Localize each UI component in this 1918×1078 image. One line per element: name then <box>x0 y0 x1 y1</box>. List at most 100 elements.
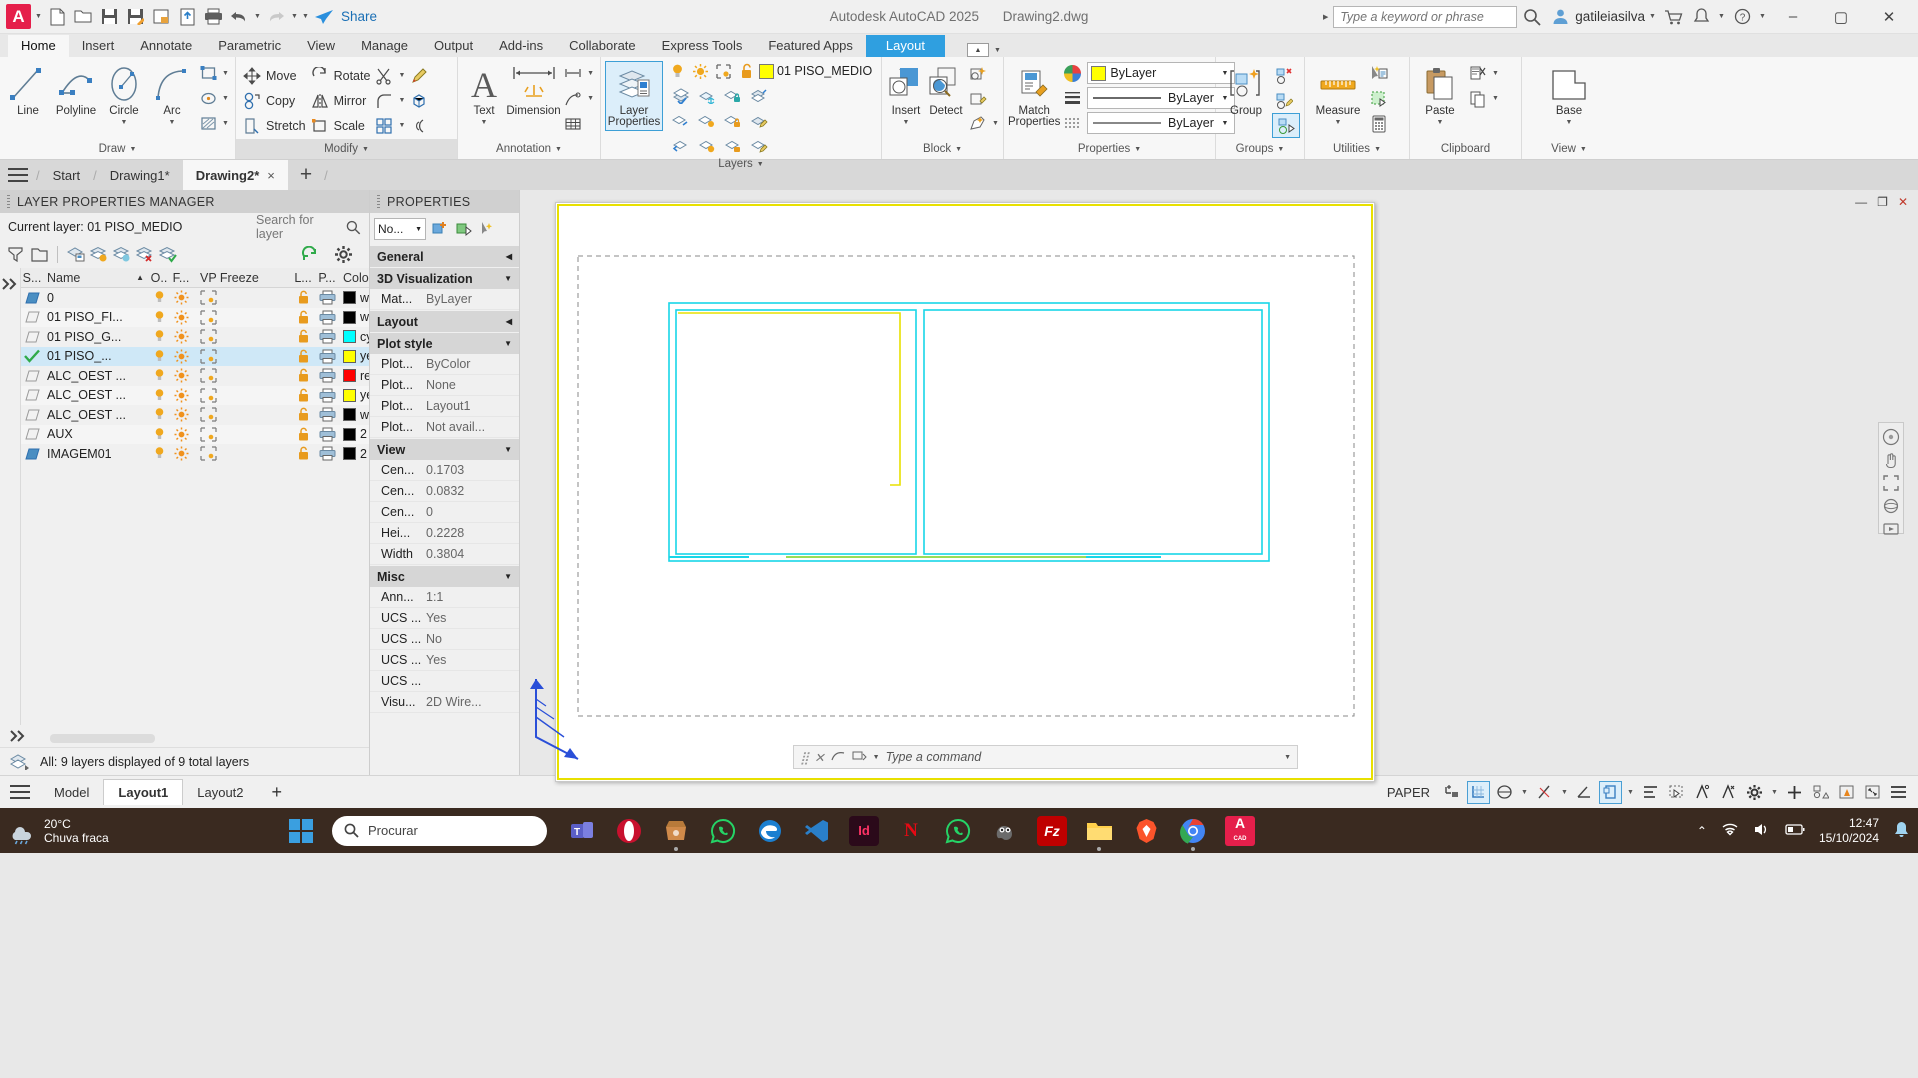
layer-plot-cell[interactable] <box>314 290 340 305</box>
property-row[interactable]: Plot... Layout1 <box>370 396 519 417</box>
layer-lock-cell[interactable] <box>292 349 314 364</box>
col-color[interactable]: Colo <box>340 271 369 285</box>
expand-filters-icon[interactable] <box>0 274 20 294</box>
layer-freeze-cell[interactable] <box>170 407 192 422</box>
layer-color-cell[interactable]: 2 <box>340 427 369 441</box>
export-icon[interactable] <box>174 4 200 30</box>
undo-icon[interactable] <box>226 4 252 30</box>
command-input[interactable]: Type a command <box>886 750 982 764</box>
orbit-icon[interactable] <box>1881 497 1901 515</box>
object-type-chevron-icon[interactable]: ▼ <box>415 226 422 233</box>
layer-row[interactable]: 01 PISO_FI... w <box>21 307 369 327</box>
layer-off-icon[interactable] <box>693 133 719 158</box>
layer-plot-cell[interactable] <box>314 407 340 422</box>
layer-color-cell[interactable]: w <box>340 291 369 305</box>
ellipse-chevron-icon[interactable]: ▼ <box>222 95 229 102</box>
utilities-panel-title[interactable]: Utilities ▼ <box>1305 139 1409 159</box>
property-section-header[interactable]: Plot style ▼ <box>370 333 519 354</box>
layer-color-cell[interactable]: 2 <box>340 447 369 461</box>
layer-previous-icon[interactable] <box>667 133 693 158</box>
brave-icon[interactable] <box>1131 816 1161 846</box>
layer-row[interactable]: 01 PISO_... ye <box>21 346 369 366</box>
ribbon-tab-manage[interactable]: Manage <box>348 35 421 57</box>
layer-search[interactable]: Search for layer <box>256 213 361 241</box>
drawing-close-button[interactable]: ✕ <box>1898 195 1908 209</box>
layer-freeze-cell[interactable] <box>170 310 192 325</box>
layer-vpfreeze-cell[interactable] <box>192 407 292 422</box>
ribbon-display-options[interactable]: ▲ ▼ <box>966 43 1003 57</box>
layer-match-icon[interactable] <box>745 133 771 158</box>
properties-palette-grip[interactable] <box>377 195 380 208</box>
workspace-switching-icon[interactable] <box>1743 781 1766 804</box>
close-icon[interactable]: × <box>267 168 275 183</box>
match-properties-button[interactable]: Match Properties <box>1008 62 1060 128</box>
table-button[interactable] <box>561 111 596 136</box>
attribute-chevron-icon[interactable]: ▼ <box>992 120 999 127</box>
layer-unisolate-icon[interactable] <box>693 108 719 133</box>
layer-lock-cell[interactable] <box>292 368 314 383</box>
calculator-button[interactable] <box>1367 111 1391 136</box>
pan-icon[interactable] <box>1881 451 1901 469</box>
draw-panel-title[interactable]: Draw ▼ <box>0 139 235 159</box>
layer-lock-icon[interactable] <box>719 83 745 108</box>
whatsapp-icon[interactable] <box>708 816 738 846</box>
layer-freeze-cell[interactable] <box>170 446 192 461</box>
layer-status-cell[interactable] <box>21 331 43 343</box>
stretch-button[interactable]: Stretch <box>240 113 308 138</box>
layers-panel-title[interactable]: Layers ▼ <box>601 158 881 170</box>
search-expand-icon[interactable]: ▶ <box>1320 13 1331 21</box>
layer-freeze-cell[interactable] <box>170 368 192 383</box>
isolate-objects-status-icon[interactable] <box>1809 781 1832 804</box>
base-chevron-icon[interactable]: ▼ <box>1566 119 1573 126</box>
copy-clip-chevron-icon[interactable]: ▼ <box>1492 95 1499 102</box>
opera-icon[interactable] <box>614 816 644 846</box>
layer-lock-cell[interactable] <box>292 310 314 325</box>
command-expand-icon[interactable]: ▼ <box>1284 754 1291 761</box>
col-plot[interactable]: P... <box>314 271 340 285</box>
lineweight-stack-icon[interactable] <box>1062 88 1082 108</box>
property-value[interactable]: None <box>422 378 519 392</box>
ribbon-tab-featured-apps[interactable]: Featured Apps <box>755 35 866 57</box>
erase-pencil-icon[interactable] <box>409 66 429 86</box>
hatch-chevron-icon[interactable]: ▼ <box>222 120 229 127</box>
layer-name-cell[interactable]: IMAGEM01 <box>43 447 148 461</box>
layer-on-cell[interactable] <box>148 310 170 325</box>
ortho-chevron-icon[interactable]: ▼ <box>1519 789 1530 796</box>
dimension-button[interactable]: Dimension <box>506 61 561 117</box>
isolate-objects-button[interactable] <box>1367 86 1391 111</box>
copy-clip-button[interactable]: ▼ <box>1466 86 1501 111</box>
col-on[interactable]: O.. <box>148 271 170 285</box>
explode-icon[interactable] <box>409 91 429 111</box>
layer-vpfreeze-cell[interactable] <box>192 349 292 364</box>
properties-panel-title[interactable]: Properties ▼ <box>1004 139 1215 159</box>
layer-lock-cell[interactable] <box>292 388 314 403</box>
save-copy-icon[interactable] <box>148 4 174 30</box>
filezilla-icon[interactable]: Fz <box>1037 815 1067 846</box>
layer-status-cell[interactable] <box>21 370 43 382</box>
help-icon[interactable]: ? <box>1729 4 1755 30</box>
taskbar-clock[interactable]: 12:47 15/10/2024 <box>1819 816 1879 846</box>
drawing-restore-button[interactable]: ❐ <box>1877 195 1888 209</box>
space-mode-button[interactable]: PAPER <box>1379 785 1438 800</box>
zoom-extents-icon[interactable] <box>1881 474 1901 492</box>
layer-on-cell[interactable] <box>148 368 170 383</box>
viewport-lock-icon[interactable] <box>1599 780 1622 804</box>
property-section-header[interactable]: Misc ▼ <box>370 566 519 587</box>
whatsapp2-icon[interactable] <box>943 816 973 846</box>
search-input[interactable] <box>1333 5 1518 28</box>
command-history-icon[interactable] <box>831 749 846 765</box>
ribbon-tab-view[interactable]: View <box>294 35 348 57</box>
property-value[interactable]: ByLayer <box>422 292 519 306</box>
layer-lock-cell[interactable] <box>292 427 314 442</box>
netflix-icon[interactable]: N <box>896 816 926 846</box>
property-row[interactable]: UCS ... Yes <box>370 608 519 629</box>
chevron-down-icon[interactable]: ▼ <box>504 572 512 581</box>
property-section-header[interactable]: 3D Visualization ▼ <box>370 268 519 289</box>
property-section-header[interactable]: View ▼ <box>370 439 519 460</box>
layer-freeze-cell[interactable] <box>170 329 192 344</box>
layer-on-cell[interactable] <box>148 446 170 461</box>
property-row[interactable]: UCS ... No <box>370 629 519 650</box>
utilities-panel-chevron-icon[interactable]: ▼ <box>1374 146 1381 153</box>
layer-color-cell[interactable]: w <box>340 408 369 422</box>
clipboard-panel-title[interactable]: Clipboard <box>1410 139 1521 159</box>
